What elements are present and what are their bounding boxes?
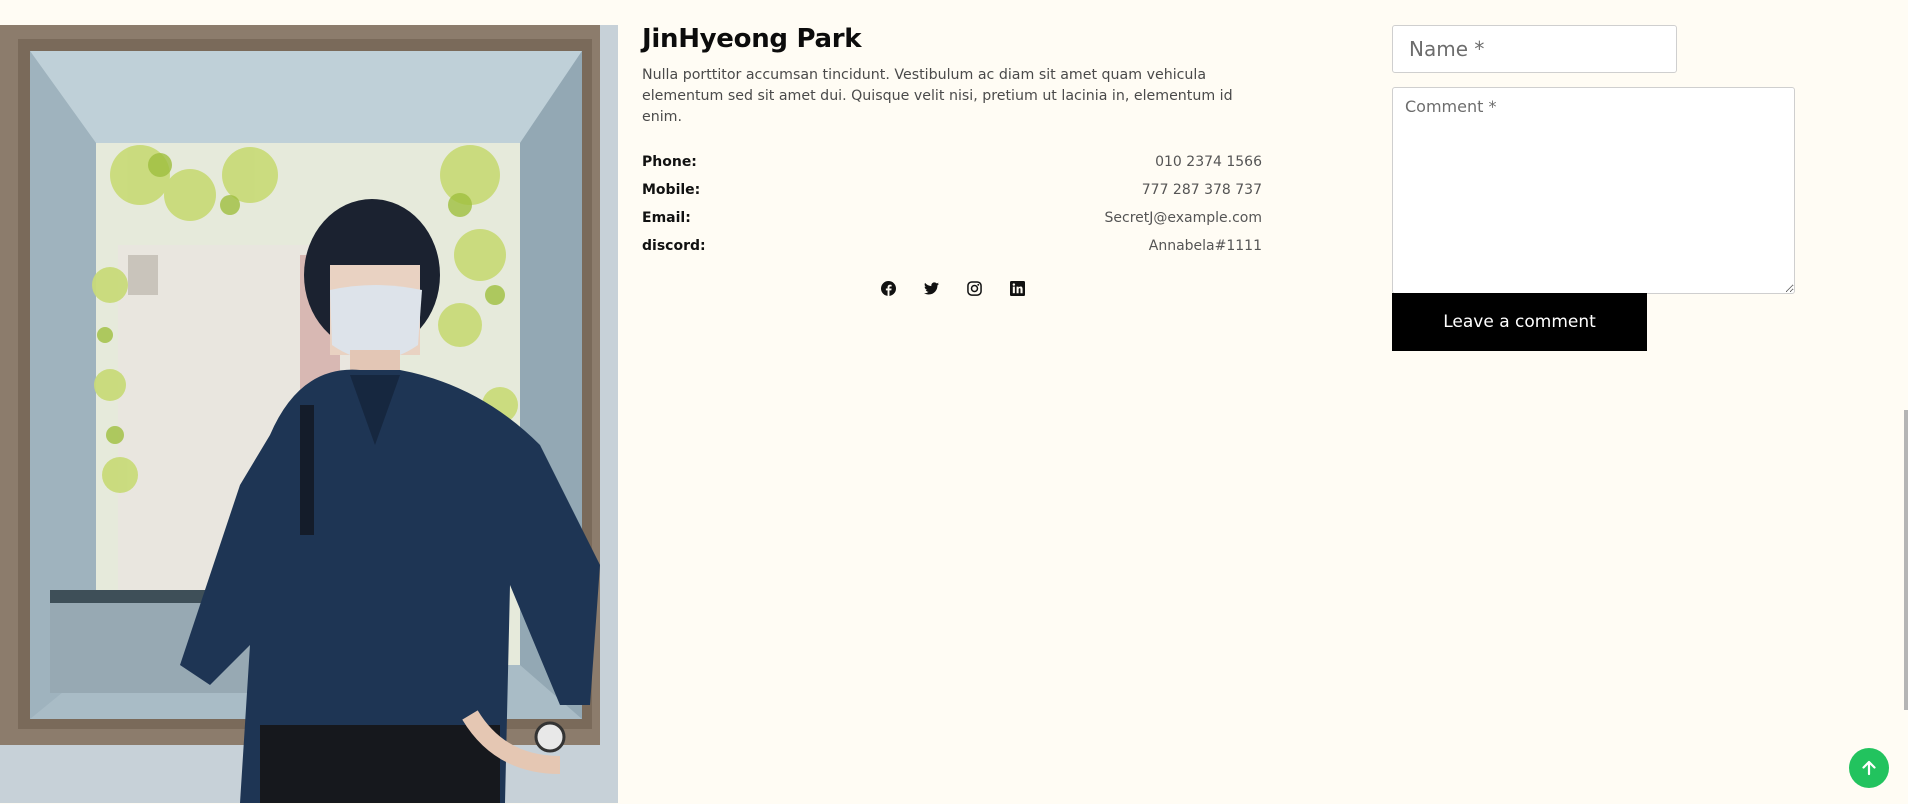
- scroll-to-top-button[interactable]: [1849, 748, 1889, 788]
- name-input[interactable]: [1392, 25, 1677, 73]
- twitter-icon[interactable]: [924, 280, 940, 296]
- profile-photo: [0, 25, 618, 803]
- contact-value: Annabela#1111: [1148, 238, 1262, 254]
- scrollbar-thumb[interactable]: [1904, 410, 1908, 710]
- comment-input[interactable]: [1392, 87, 1795, 294]
- linkedin-icon[interactable]: [1010, 280, 1026, 296]
- leave-comment-button[interactable]: Leave a comment: [1392, 293, 1647, 351]
- contact-value: 777 287 378 737: [1141, 182, 1262, 198]
- contact-label: Email:: [642, 210, 691, 226]
- instagram-icon[interactable]: [967, 280, 983, 296]
- social-links: [642, 280, 1262, 296]
- arrow-up-icon: [1862, 760, 1876, 776]
- contact-row-phone: Phone: 010 2374 1566: [642, 148, 1262, 176]
- contact-value: 010 2374 1566: [1155, 154, 1262, 170]
- contact-label: Mobile:: [642, 182, 701, 198]
- profile-name: JinHyeong Park: [642, 24, 862, 54]
- contact-list: Phone: 010 2374 1566 Mobile: 777 287 378…: [642, 148, 1262, 260]
- profile-panel: JinHyeong Park Nulla porttitor accumsan …: [642, 22, 1262, 296]
- contact-label: Phone:: [642, 154, 697, 170]
- contact-row-mobile: Mobile: 777 287 378 737: [642, 176, 1262, 204]
- contact-label: discord:: [642, 238, 706, 254]
- profile-bio: Nulla porttitor accumsan tincidunt. Vest…: [642, 67, 1233, 125]
- contact-row-email: Email: SecretJ@example.com: [642, 204, 1262, 232]
- contact-row-discord: discord: Annabela#1111: [642, 232, 1262, 260]
- contact-value: SecretJ@example.com: [1104, 210, 1263, 226]
- facebook-icon[interactable]: [881, 280, 897, 296]
